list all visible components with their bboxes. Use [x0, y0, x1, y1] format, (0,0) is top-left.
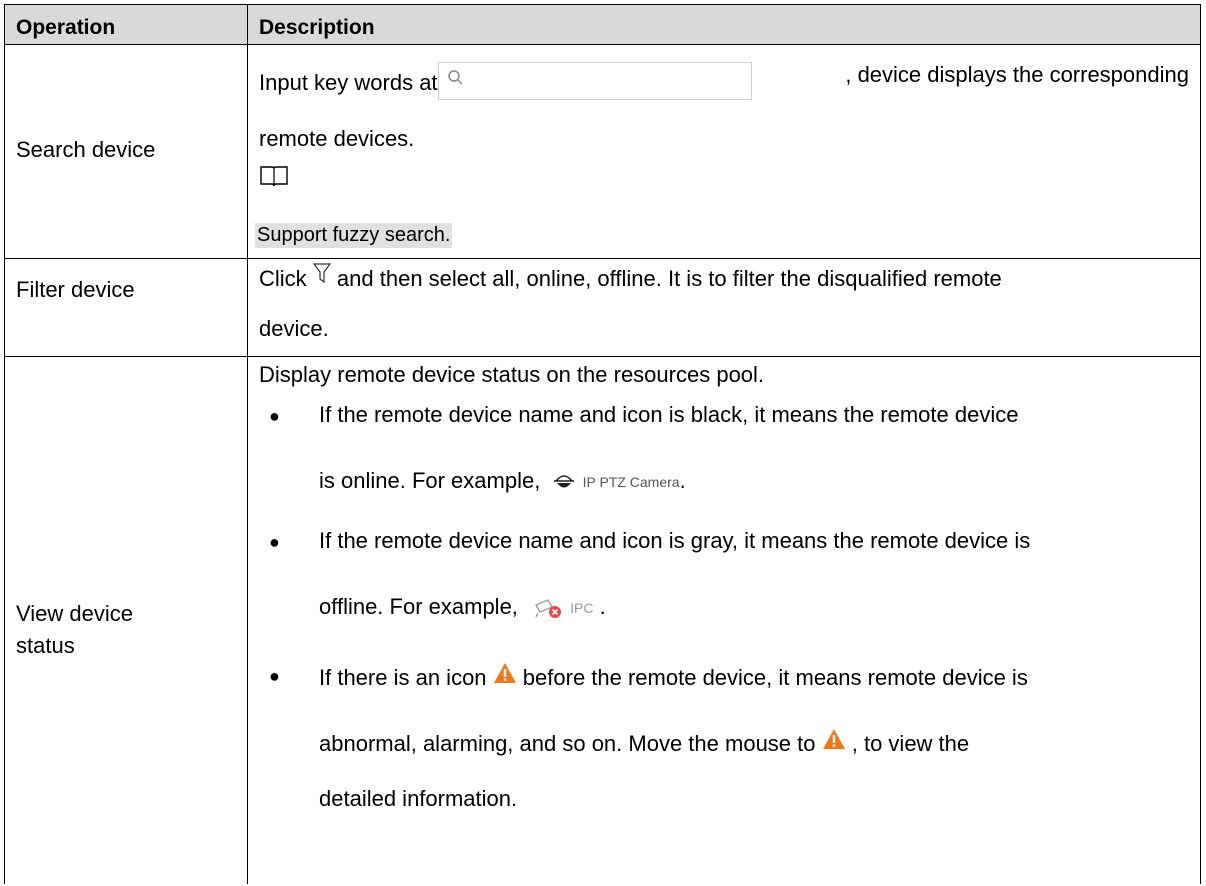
offline-camera-label: IPC — [570, 600, 594, 617]
status-b3-b: before the remote device, it means remot… — [522, 665, 1028, 690]
warning-icon — [822, 729, 845, 749]
status-b3-line3: detailed information. — [319, 786, 518, 811]
header-operation: Operation — [16, 16, 116, 39]
row-search-operation: Search device — [16, 137, 156, 162]
search-icon — [447, 70, 463, 85]
search-desc-line1: Input key words at , device displays the … — [259, 62, 1189, 100]
border-left — [4, 4, 5, 884]
border-top — [4, 4, 1201, 5]
filter-icon — [312, 263, 331, 284]
bullet-3: ● — [269, 666, 280, 686]
status-intro: Display remote device status on the reso… — [259, 362, 765, 387]
fuzzy-search-note: Support fuzzy search. — [255, 223, 453, 248]
border-mid — [247, 4, 248, 884]
search-desc-c: remote devices. — [259, 126, 415, 151]
row-filter-operation: Filter device — [16, 277, 135, 302]
border-header-bottom — [4, 44, 1201, 45]
border-row1-bottom — [4, 258, 1201, 259]
status-b3-line2: abnormal, alarming, and so on. Move the … — [319, 728, 969, 757]
status-b3-c: abnormal, alarming, and so on. Move the … — [319, 731, 816, 756]
header-description: Description — [259, 16, 375, 39]
bullet-1: ● — [269, 406, 280, 426]
status-b3-d: , to view the — [851, 731, 970, 756]
search-desc-a: Input key words at — [259, 70, 438, 95]
status-b1-line2: is online. For example, IP PTZ Camera. — [319, 468, 686, 493]
status-b2-line1: If the remote device name and icon is gr… — [319, 528, 1031, 553]
status-b3-a: If there is an icon — [319, 665, 487, 690]
ptz-camera-label: IP PTZ Camera — [582, 474, 680, 491]
filter-desc-b: and then select all, online, offline. It… — [336, 266, 1002, 291]
book-icon — [260, 166, 288, 187]
status-b1-line1: If the remote device name and icon is bl… — [319, 402, 1019, 427]
search-desc-b: , device displays the corresponding — [845, 62, 1189, 87]
status-b2-text: offline. For example, — [319, 594, 518, 619]
filter-desc-c: device. — [259, 316, 329, 341]
status-b3-line1: If there is an icon before the remote de… — [319, 662, 1028, 691]
status-b1-text: is online. For example, — [319, 468, 541, 493]
warning-icon — [493, 663, 516, 683]
status-op-line2: status — [16, 633, 75, 658]
border-right — [1200, 4, 1201, 884]
row-status-operation: View device status — [16, 598, 133, 662]
filter-desc-line1: Click and then select all, online, offli… — [259, 262, 1002, 292]
table-header: Operation Description — [4, 4, 1201, 44]
status-b2-line2: offline. For example, IPC . — [319, 594, 606, 619]
filter-desc-a: Click — [259, 266, 307, 291]
operations-table: Operation Description Search device Inpu… — [4, 4, 1201, 884]
status-op-line1: View device — [16, 601, 133, 626]
border-row2-bottom — [4, 356, 1201, 357]
search-input-example — [437, 62, 752, 100]
search-note-wrap: Support fuzzy search. — [255, 221, 453, 248]
ptz-camera-icon — [554, 475, 575, 488]
bullet-2: ● — [269, 532, 280, 552]
offline-camera-icon — [535, 599, 562, 619]
